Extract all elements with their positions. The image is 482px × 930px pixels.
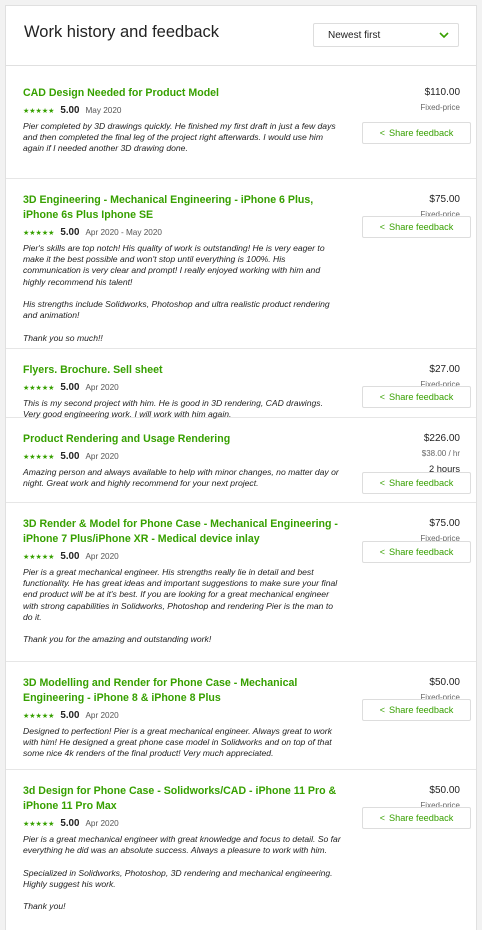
job-title-link[interactable]: 3D Engineering - Mechanical Engineering … — [23, 193, 343, 223]
job-item: Flyers. Brochure. Sell sheet ★★★★★ 5.00 … — [6, 349, 476, 419]
job-date: Apr 2020 - May 2020 — [85, 228, 162, 237]
rating-score: 5.00 — [60, 818, 80, 829]
job-item: 3D Render & Model for Phone Case - Mecha… — [6, 503, 476, 662]
job-date: May 2020 — [85, 106, 122, 115]
job-title-link[interactable]: 3D Modelling and Render for Phone Case -… — [23, 676, 343, 706]
section-title: Work history and feedback — [24, 23, 220, 41]
job-date: Apr 2020 — [85, 552, 119, 561]
share-icon: < — [379, 128, 385, 138]
share-feedback-label: Share feedback — [388, 547, 454, 557]
job-item: Product Rendering and Usage Rendering ★★… — [6, 418, 476, 503]
share-feedback-button[interactable]: < Share feedback — [362, 386, 471, 408]
job-title-link[interactable]: 3D Render & Model for Phone Case - Mecha… — [23, 517, 343, 547]
share-feedback-button[interactable]: < Share feedback — [362, 699, 471, 721]
job-price: $50.00 — [429, 785, 460, 796]
share-feedback-label: Share feedback — [388, 705, 454, 715]
rating-stars-icon: ★★★★★ — [23, 553, 55, 561]
job-item: 3D Modelling and Render for Phone Case -… — [6, 662, 476, 770]
share-feedback-button[interactable]: < Share feedback — [362, 472, 471, 494]
share-icon: < — [379, 705, 385, 715]
job-price: $27.00 — [429, 364, 460, 375]
job-date: Apr 2020 — [85, 383, 119, 392]
share-icon: < — [379, 222, 385, 232]
share-feedback-button[interactable]: < Share feedback — [362, 541, 471, 563]
job-hourly-rate: $38.00 / hr — [421, 449, 460, 458]
rating-stars-icon: ★★★★★ — [23, 712, 55, 720]
job-item: 3d Design for Phone Case - Solidworks/CA… — [6, 770, 476, 930]
rating-stars-icon: ★★★★★ — [23, 453, 55, 461]
job-price: $110.00 — [424, 87, 460, 98]
job-price: $50.00 — [429, 677, 460, 688]
job-price: $75.00 — [429, 518, 460, 529]
client-feedback: Designed to perfection! Pier is a great … — [23, 726, 332, 759]
job-item: 3D Engineering - Mechanical Engineering … — [6, 179, 476, 349]
share-icon: < — [379, 547, 385, 557]
rating-score: 5.00 — [60, 710, 80, 721]
share-feedback-label: Share feedback — [388, 392, 454, 402]
rating-stars-icon: ★★★★★ — [23, 229, 55, 237]
share-icon: < — [379, 392, 385, 402]
job-price: $75.00 — [429, 194, 460, 205]
section-header: Work history and feedback Newest first — [6, 6, 476, 66]
share-feedback-label: Share feedback — [388, 222, 454, 232]
client-feedback: Pier is a great mechanical engineer. His… — [23, 567, 338, 645]
job-list: CAD Design Needed for Product Model ★★★★… — [6, 72, 476, 930]
rating-score: 5.00 — [60, 227, 80, 238]
job-title-link[interactable]: CAD Design Needed for Product Model — [23, 86, 343, 101]
rating-score: 5.00 — [60, 105, 80, 116]
job-item: CAD Design Needed for Product Model ★★★★… — [6, 72, 476, 179]
client-feedback: Pier's skills are top notch! His quality… — [23, 243, 330, 343]
rating-stars-icon: ★★★★★ — [23, 384, 55, 392]
share-feedback-button[interactable]: < Share feedback — [362, 122, 471, 144]
share-icon: < — [379, 813, 385, 823]
share-feedback-button[interactable]: < Share feedback — [362, 807, 471, 829]
job-date: Apr 2020 — [85, 819, 119, 828]
client-feedback: Pier completed by 3D drawings quickly. H… — [23, 121, 336, 154]
rating-stars-icon: ★★★★★ — [23, 820, 55, 828]
job-title-link[interactable]: Flyers. Brochure. Sell sheet — [23, 363, 343, 378]
share-feedback-label: Share feedback — [388, 478, 454, 488]
rating-score: 5.00 — [60, 451, 80, 462]
job-price: $226.00 — [423, 433, 460, 444]
share-feedback-label: Share feedback — [388, 813, 454, 823]
sort-dropdown-value: Newest first — [328, 30, 381, 41]
chevron-down-icon — [438, 29, 450, 44]
client-feedback: Amazing person and always available to h… — [23, 467, 339, 489]
rating-score: 5.00 — [60, 551, 80, 562]
job-earnings: $226.00 $38.00 / hr 2 hours — [350, 431, 460, 477]
share-icon: < — [379, 478, 385, 488]
job-title-link[interactable]: 3d Design for Phone Case - Solidworks/CA… — [23, 784, 343, 814]
job-earnings: $110.00 Fixed-price — [350, 85, 460, 114]
share-feedback-label: Share feedback — [388, 128, 454, 138]
job-price-type: Fixed-price — [420, 103, 460, 112]
rating-score: 5.00 — [60, 382, 80, 393]
work-history-card: Work history and feedback Newest first C… — [5, 5, 477, 930]
job-date: Apr 2020 — [85, 452, 119, 461]
job-title-link[interactable]: Product Rendering and Usage Rendering — [23, 432, 343, 447]
rating-stars-icon: ★★★★★ — [23, 107, 55, 115]
client-feedback: Pier is a great mechanical engineer with… — [23, 834, 341, 912]
sort-dropdown[interactable]: Newest first — [313, 23, 459, 47]
share-feedback-button[interactable]: < Share feedback — [362, 216, 471, 238]
job-date: Apr 2020 — [85, 711, 119, 720]
